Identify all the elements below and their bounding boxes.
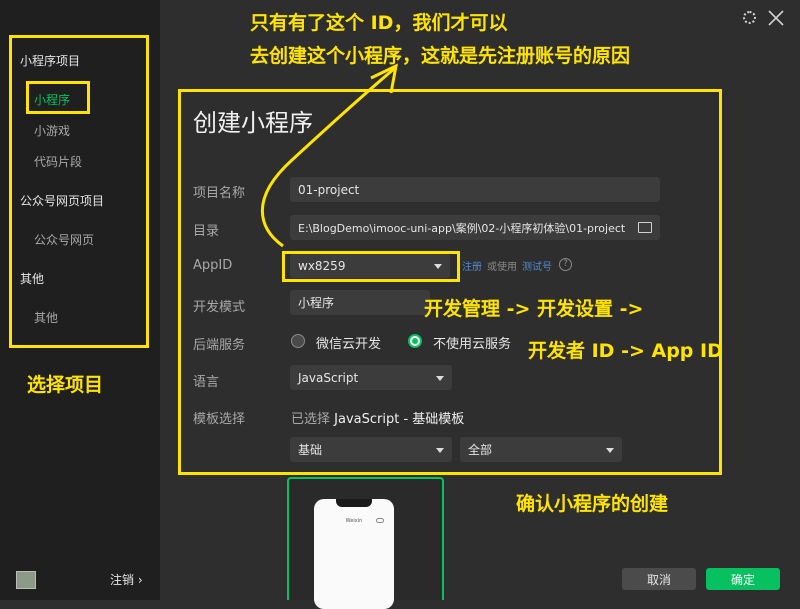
annotation-top-line1: 只有有了这个 ID，我们才可以: [250, 12, 508, 34]
annotation-arrow: [261, 63, 399, 248]
annotation-right-line1: 开发管理 -> 开发设置 ->: [424, 298, 644, 320]
annotation-left-note: 选择项目: [27, 374, 104, 396]
annotation-bottom-note: 确认小程序的创建: [516, 493, 669, 515]
annotation-right-line2: 开发者 ID -> App ID: [528, 340, 723, 362]
annotation-top-line2: 去创建这个小程序，这就是先注册账号的原因: [250, 45, 631, 67]
